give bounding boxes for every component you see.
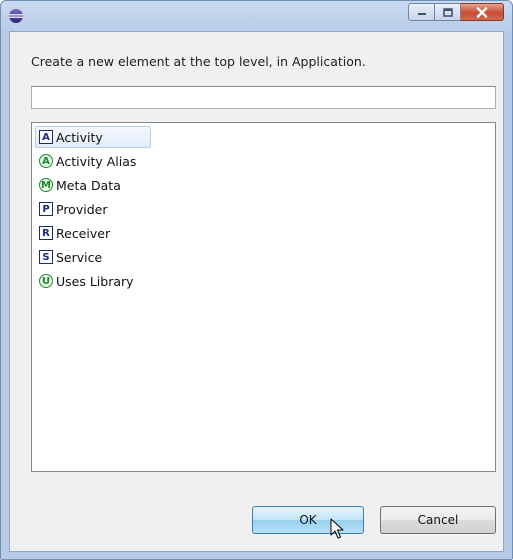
element-list[interactable]: A Activity A Activity Alias M Meta Data … [31, 122, 496, 472]
list-item[interactable]: M Meta Data [35, 174, 130, 196]
minimize-icon [417, 13, 426, 15]
cancel-button[interactable]: Cancel [380, 506, 496, 534]
minimize-button[interactable] [408, 3, 435, 21]
close-button[interactable] [461, 3, 504, 21]
element-type-icon: A [39, 154, 53, 168]
maximize-button[interactable] [435, 3, 461, 21]
window-controls [408, 3, 504, 21]
instruction-text: Create a new element at the top level, i… [31, 54, 366, 69]
list-item-label: Receiver [56, 225, 111, 241]
list-item-label: Provider [56, 201, 108, 217]
dialog-window: Create a new element at the top level, i… [0, 0, 513, 560]
element-type-icon: M [39, 178, 53, 192]
list-item[interactable]: A Activity [35, 126, 151, 148]
close-icon [476, 6, 488, 18]
element-type-icon: P [39, 202, 53, 216]
element-type-icon: U [39, 274, 53, 288]
list-item[interactable]: S Service [35, 246, 111, 268]
list-item-label: Service [56, 249, 103, 265]
element-type-icon: R [39, 226, 53, 240]
list-item-label: Meta Data [56, 177, 121, 193]
list-item[interactable]: R Receiver [35, 222, 119, 244]
list-item[interactable]: A Activity Alias [35, 150, 145, 172]
element-type-icon: A [39, 130, 53, 144]
list-item-label: Activity Alias [56, 153, 137, 169]
list-item[interactable]: P Provider [35, 198, 116, 220]
list-item[interactable]: U Uses Library [35, 270, 143, 292]
maximize-icon [442, 7, 453, 17]
title-bar[interactable] [1, 1, 512, 31]
filter-input[interactable] [31, 86, 496, 109]
eclipse-icon [8, 8, 24, 24]
element-type-icon: S [39, 250, 53, 264]
list-item-label: Activity [56, 129, 103, 145]
dialog-body: Create a new element at the top level, i… [9, 31, 504, 552]
list-item-label: Uses Library [56, 273, 134, 289]
ok-button[interactable]: OK [252, 506, 364, 534]
